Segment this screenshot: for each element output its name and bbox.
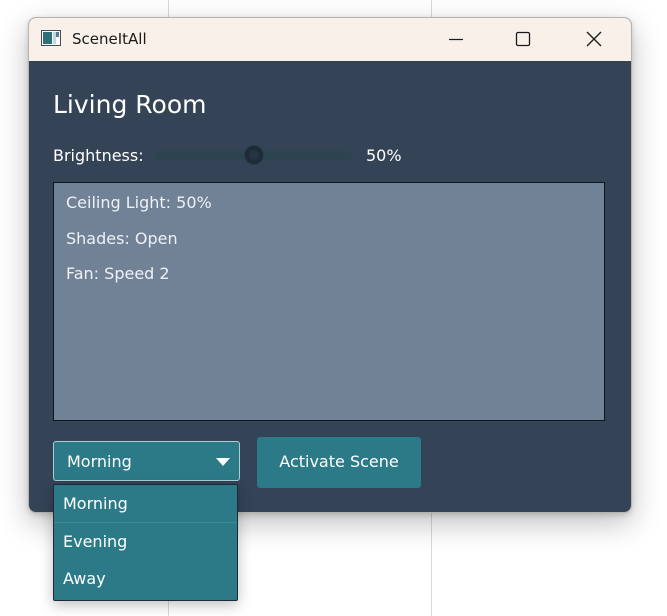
device-list[interactable]: Ceiling Light: 50% Shades: Open Fan: Spe…	[53, 182, 605, 421]
scene-dropdown-menu: Morning Evening Away	[53, 484, 238, 601]
room-title: Living Room	[53, 90, 207, 119]
maximize-button[interactable]	[500, 18, 546, 61]
dropdown-option-morning[interactable]: Morning	[54, 485, 237, 522]
dropdown-option-label: Away	[63, 569, 106, 588]
dropdown-option-evening[interactable]: Evening	[54, 523, 237, 560]
brightness-slider-thumb[interactable]	[243, 145, 264, 165]
scene-select[interactable]: Morning	[53, 441, 240, 481]
close-icon	[586, 31, 602, 47]
title-bar[interactable]: SceneItAll	[29, 18, 631, 61]
brightness-label: Brightness:	[53, 146, 144, 165]
window-title: SceneItAll	[72, 30, 147, 48]
chevron-down-icon	[216, 458, 230, 466]
list-item[interactable]: Shades: Open	[66, 229, 178, 248]
dropdown-option-label: Evening	[63, 532, 128, 551]
minimize-icon	[449, 38, 463, 41]
maximize-icon	[515, 31, 531, 47]
dropdown-option-label: Morning	[63, 494, 128, 513]
scene-select-value: Morning	[67, 452, 132, 471]
activate-scene-button[interactable]: Activate Scene	[257, 437, 421, 488]
activate-scene-label: Activate Scene	[279, 452, 399, 471]
brightness-slider[interactable]	[155, 145, 352, 166]
dropdown-option-away[interactable]: Away	[54, 560, 237, 597]
minimize-button[interactable]	[433, 18, 479, 61]
app-window: SceneItAll Living Room Brightness: 50% C…	[28, 17, 632, 513]
list-item[interactable]: Fan: Speed 2	[66, 264, 170, 283]
brightness-value: 50%	[366, 146, 402, 165]
app-icon	[41, 30, 61, 46]
list-item[interactable]: Ceiling Light: 50%	[66, 193, 212, 212]
close-button[interactable]	[571, 18, 617, 61]
